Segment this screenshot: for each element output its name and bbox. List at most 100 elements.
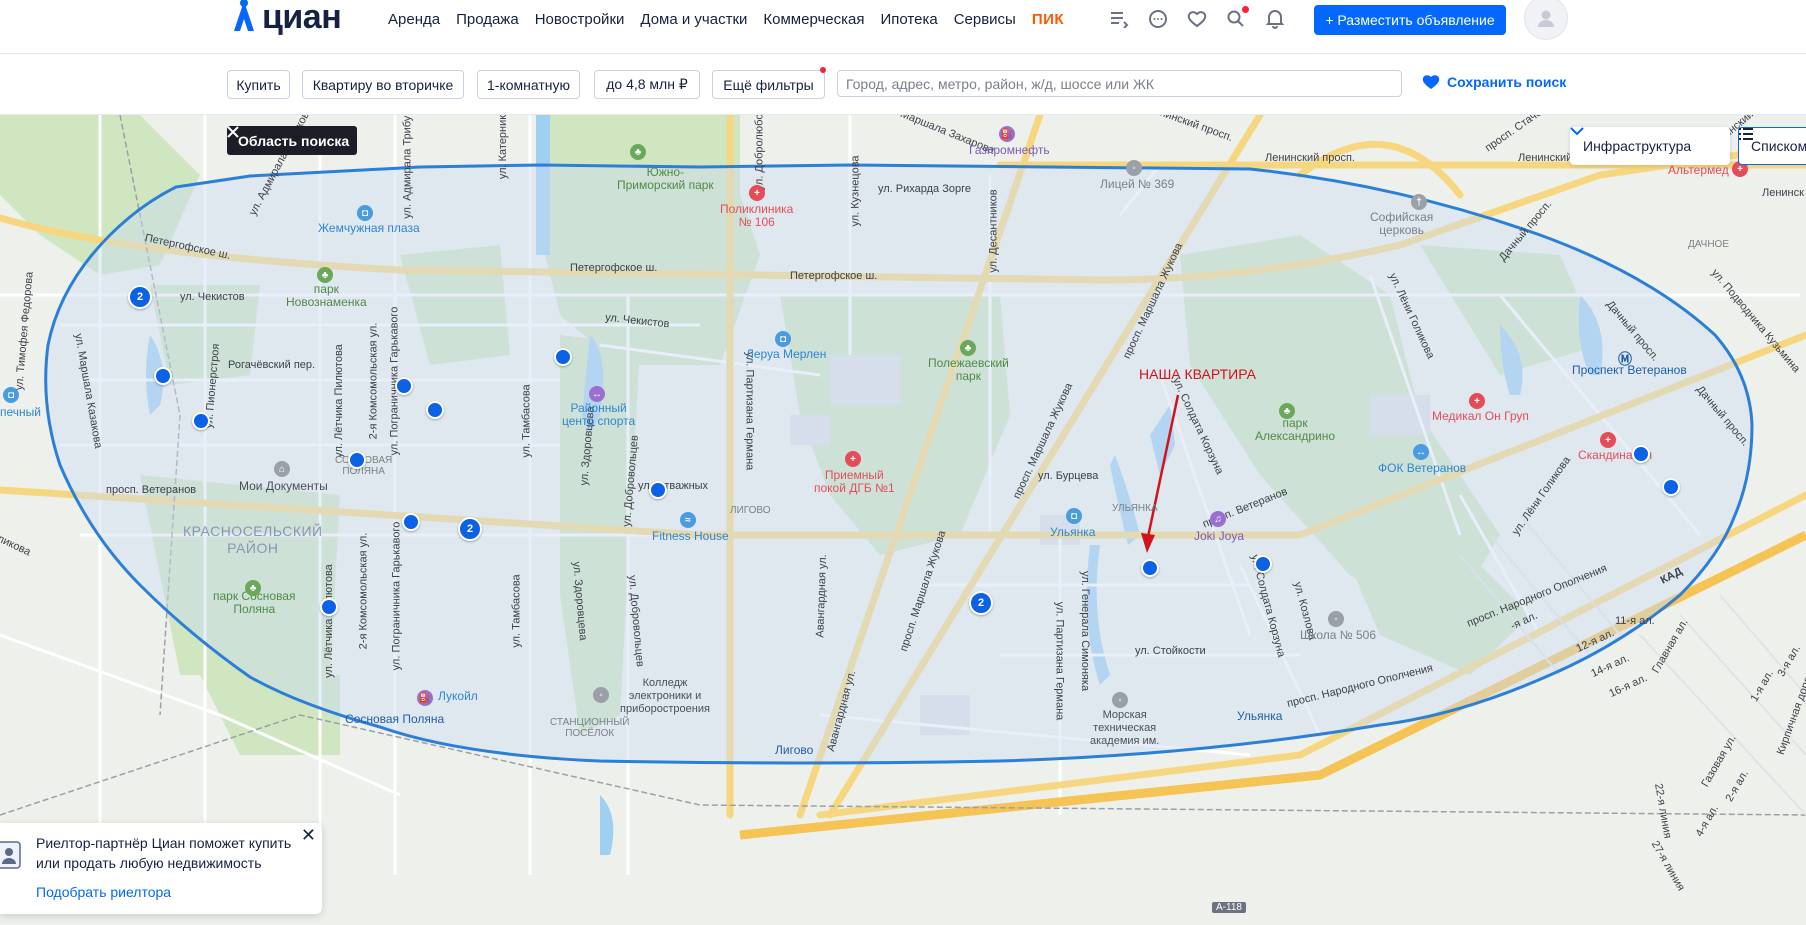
notification-dot [1242,6,1249,13]
nav-arenda[interactable]: Аренда [388,11,440,28]
listing-pin[interactable] [192,412,210,430]
header-icons [1108,6,1286,30]
clinic-icon[interactable]: + [1469,393,1485,409]
listing-cluster-pin[interactable]: 2 [969,591,993,615]
saved-search-icon[interactable] [1225,6,1249,30]
sport-icon[interactable]: ↔ [1413,444,1429,460]
user-icon [1538,10,1554,27]
park-icon[interactable]: ♣ [317,267,333,283]
listing-pin[interactable] [320,598,338,616]
list-view-label: Списком [1751,138,1806,154]
clinic-icon[interactable]: + [749,185,765,201]
metro-icon[interactable]: Ⓜ [1617,351,1633,367]
nav-novostroyki[interactable]: Новостройки [535,11,625,28]
listing-cluster-pin[interactable]: 2 [128,285,152,309]
road-label: ул. Катерников [497,115,510,180]
road-label: Рогачёвский пер. [228,359,316,371]
station-label: Сосновая Поляна [345,712,445,726]
station-label: Лигово [775,743,814,757]
search-area-tag[interactable]: Область поиска [227,126,358,155]
nav-prodazha[interactable]: Продажа [456,11,519,28]
our-apartment-annotation: НАША КВАРТИРА [1139,366,1256,382]
compare-icon[interactable] [1108,8,1130,30]
listing-pin[interactable] [1632,445,1650,463]
metro-label: Ленинск [1762,187,1804,199]
rooms-filter[interactable]: 1-комнатную [477,70,580,99]
search-input[interactable]: Город, адрес, метро, район, ж/д, шоссе и… [837,70,1402,97]
listing-cluster-pin[interactable]: 2 [458,517,482,541]
park-icon[interactable]: ♣ [1279,403,1295,419]
road-label: ул. Десантников [987,189,1000,273]
more-filters-label: Ещё фильтры [723,76,814,93]
listing-pin[interactable] [649,481,667,499]
fitness-icon[interactable]: ≈ [680,512,696,528]
church-icon[interactable]: † [1411,194,1427,210]
listing-pin[interactable] [154,367,172,385]
logo-mark-icon [234,0,254,31]
poi-label: Лукойл [438,689,478,703]
school-icon[interactable]: ◦ [1126,160,1142,176]
bell-icon[interactable] [1264,8,1286,30]
nav-ipoteka[interactable]: Ипотека [880,11,937,28]
park-label: парк Александрино [1255,416,1336,443]
listing-pin[interactable] [395,377,413,395]
listing-pin[interactable] [1254,555,1272,573]
shopping-icon[interactable]: ◘ [357,205,373,221]
sport-icon[interactable]: ↔ [589,386,605,402]
park-icon[interactable]: ♣ [245,580,261,596]
hospital-icon[interactable]: + [845,451,861,467]
road-label: ул. Партизана Германа [743,351,756,471]
park-label: парк Новознаменка [286,282,367,309]
save-search-button[interactable]: Сохранить поиск [1422,74,1566,90]
gas-station-icon[interactable]: ⛽ [417,690,433,706]
listing-pin[interactable] [348,451,366,469]
shopping-icon[interactable]: ◘ [3,387,19,403]
road-label: ул. Лётчика Пилютова [332,344,345,458]
district-label: ДАЧНОЕ [1688,239,1729,250]
infrastructure-dropdown[interactable]: Инфраструктура [1570,127,1730,165]
chat-icon[interactable] [1147,8,1169,30]
road-label: Петергофское ш. [790,270,878,282]
park-icon[interactable]: ♣ [960,340,976,356]
filters-bar: Купить Квартиру во вторичке 1-комнатную … [0,54,1806,115]
close-icon[interactable] [227,126,239,138]
road-badge: А-118 [1212,902,1246,913]
find-realtor-link[interactable]: Подобрать риелтора [36,884,171,900]
entertainment-icon[interactable]: ♫ [1210,511,1226,527]
list-view-button[interactable]: Списком [1738,127,1806,165]
avatar[interactable] [1524,0,1568,40]
government-icon[interactable]: ⌂ [274,461,290,477]
listing-pin[interactable] [402,513,420,531]
list-icon [1739,128,1753,140]
nav-doma[interactable]: Дома и участки [640,11,747,28]
listing-pin[interactable] [426,401,444,419]
academy-icon[interactable]: ◦ [1112,692,1128,708]
heart-icon[interactable] [1186,8,1208,30]
map-canvas [0,115,1806,875]
hardware-store-icon[interactable]: ◘ [775,331,791,347]
post-listing-button[interactable]: + Разместить объявление [1314,5,1506,35]
listing-pin[interactable] [554,348,572,366]
shopping-icon[interactable]: ◘ [1066,508,1082,524]
deal-type-filter[interactable]: Купить [227,70,290,99]
listing-pin[interactable] [1662,478,1680,496]
gas-station-icon[interactable]: ⛽ [999,126,1015,142]
listing-pin[interactable] [1141,559,1159,577]
nav-commercial[interactable]: Коммерческая [763,11,864,28]
object-type-filter[interactable]: Квартиру во вторичке [302,70,464,99]
nav-pik[interactable]: ПИК [1032,11,1064,28]
more-filters-button[interactable]: Ещё фильтры [712,67,826,99]
map[interactable]: Петергофское ш. Петергофское ш. Петергоф… [0,115,1806,925]
school-icon[interactable]: ◦ [1328,611,1344,627]
college-icon[interactable]: ◦ [593,687,609,703]
clinic-icon[interactable]: + [1600,432,1616,448]
price-filter[interactable]: до 4,8 млн ₽ [594,70,700,99]
infrastructure-label: Инфраструктура [1583,138,1692,154]
nav-services[interactable]: Сервисы [954,11,1016,28]
road-label: ул. Генерала Симоняка [1079,570,1092,692]
cian-logo[interactable]: циан [230,0,342,40]
close-icon[interactable]: ✕ [301,825,316,846]
park-icon[interactable]: ♣ [630,144,646,160]
site-header: циан Аренда Продажа Новостройки Дома и у… [0,0,1806,54]
road-label: просп. Ветеранов [106,484,197,496]
